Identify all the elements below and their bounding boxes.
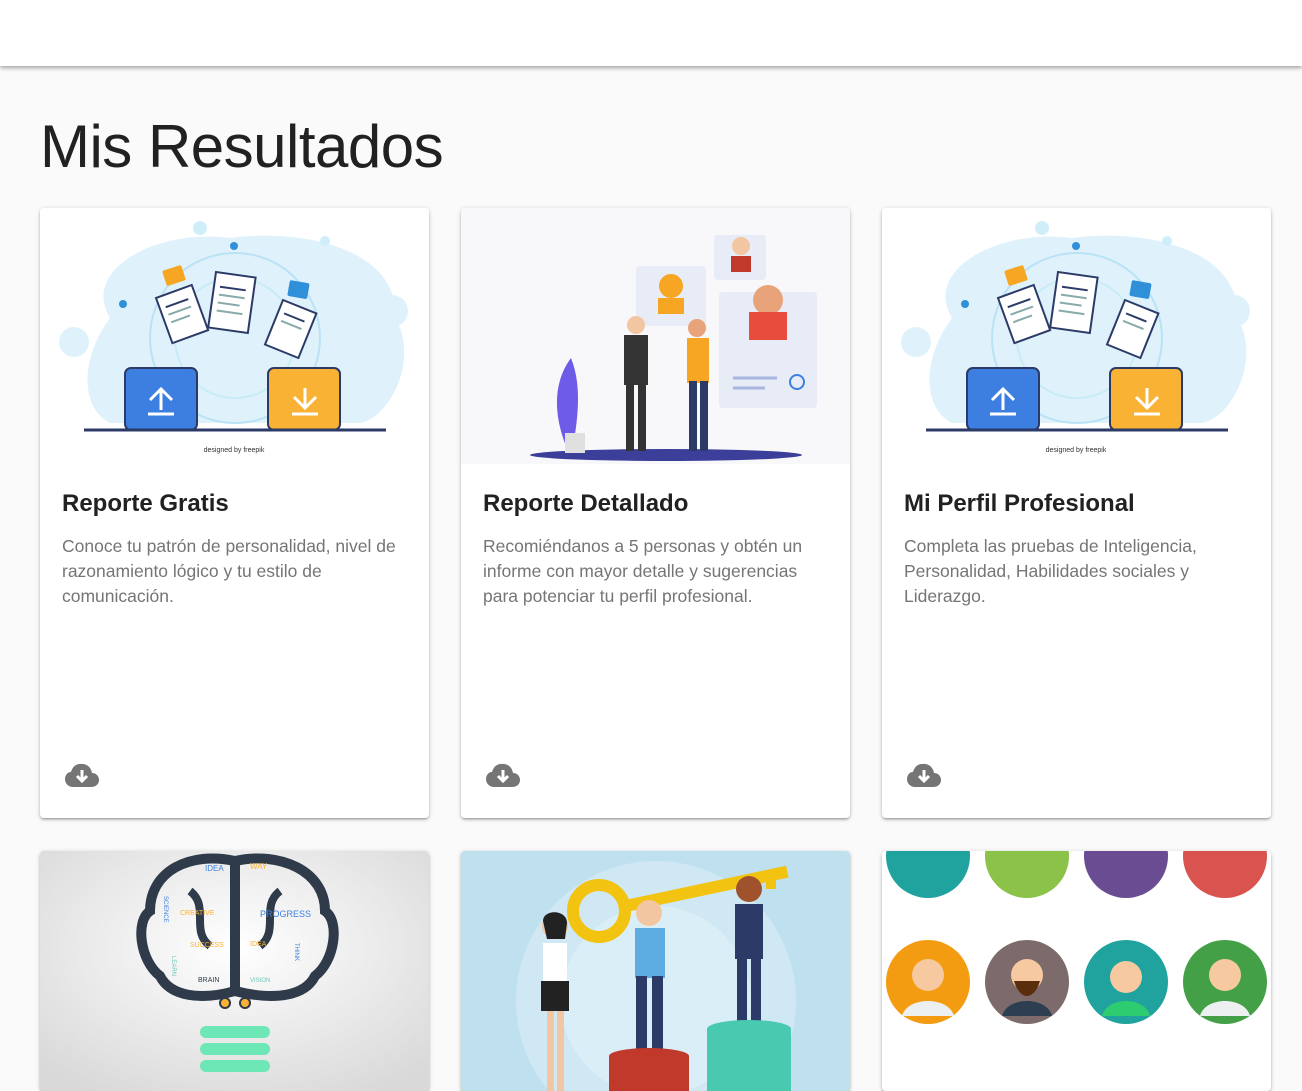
cloud-download-icon bbox=[486, 763, 520, 787]
app-bar bbox=[0, 0, 1302, 66]
card-description: Recomiéndanos a 5 personas y obtén un in… bbox=[483, 536, 803, 606]
freepik-credit: designed by freepik bbox=[204, 447, 265, 454]
download-button[interactable] bbox=[906, 761, 942, 791]
avatars-illustration bbox=[882, 851, 1271, 1091]
cloud-download-icon bbox=[907, 763, 941, 787]
recruitment-illustration bbox=[461, 208, 850, 464]
download-button[interactable] bbox=[485, 761, 521, 791]
brain-word: LEARN bbox=[170, 956, 176, 976]
card-title: Mi Perfil Profesional bbox=[904, 490, 1135, 517]
brain-word: IDEA bbox=[250, 941, 267, 948]
freepik-credit: designed by freepik bbox=[1046, 447, 1107, 454]
brain-word: SCIENCE bbox=[162, 896, 168, 923]
card-description: Completa las pruebas de Inteligencia, Pe… bbox=[904, 536, 1197, 606]
card-key-teamwork-illustration bbox=[461, 851, 850, 1091]
download-button[interactable] bbox=[64, 761, 100, 791]
brain-word: WAY bbox=[250, 862, 268, 871]
brain-word: VISION bbox=[250, 978, 270, 984]
card-reporte-gratis: designed by freepik Reporte Gratis Conoc… bbox=[40, 208, 429, 818]
brain-word: BRAIN bbox=[198, 977, 219, 984]
brain-word: SUCCESS bbox=[190, 942, 224, 949]
card-description: Conoce tu patrón de personalidad, nivel … bbox=[62, 536, 396, 606]
card-brain-illustration: IDEA WAY SCIENCE CREATIVE PROGRESS SUCCE… bbox=[40, 851, 429, 1091]
documents-folders-illustration: designed by freepik bbox=[882, 208, 1271, 464]
cloud-download-icon bbox=[65, 763, 99, 787]
brain-word: IDEA bbox=[205, 864, 224, 873]
card-avatars-illustration bbox=[882, 851, 1271, 1091]
brain-word: PROGRESS bbox=[260, 909, 311, 919]
brain-word: THINK bbox=[293, 943, 299, 961]
page-title: Mis Resultados bbox=[40, 113, 444, 180]
card-title: Reporte Detallado bbox=[483, 490, 689, 517]
key-teamwork-illustration bbox=[461, 851, 850, 1091]
card-title: Reporte Gratis bbox=[62, 490, 229, 517]
card-mi-perfil-profesional: designed by freepik Mi Perfil Profesiona… bbox=[882, 208, 1271, 818]
card-reporte-detallado: Reporte Detallado Recomiéndanos a 5 pers… bbox=[461, 208, 850, 818]
brain-word: CREATIVE bbox=[180, 910, 215, 917]
brain-lightbulb-illustration: IDEA WAY SCIENCE CREATIVE PROGRESS SUCCE… bbox=[40, 851, 429, 1091]
documents-folders-illustration: designed by freepik bbox=[40, 208, 429, 464]
